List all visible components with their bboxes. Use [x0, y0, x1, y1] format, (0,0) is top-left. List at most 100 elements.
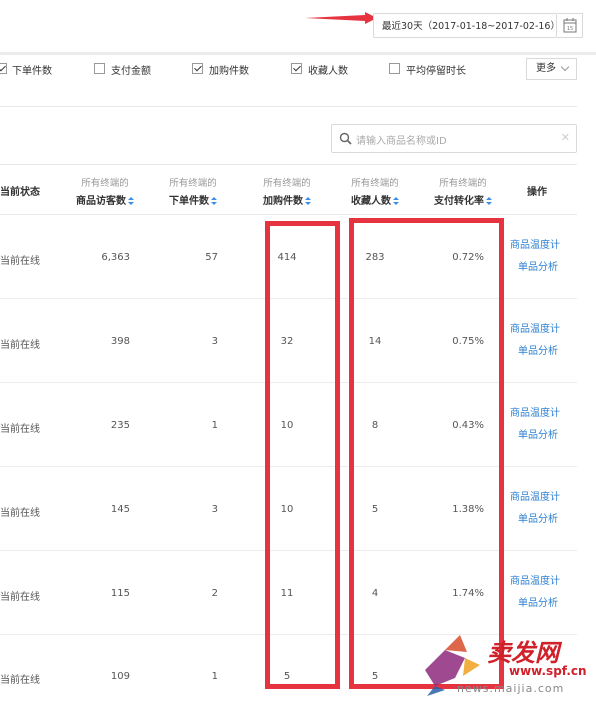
conversion-cell: 0.75%	[452, 336, 484, 347]
visitors-cell: 145	[110, 504, 130, 515]
sort-icon[interactable]	[393, 196, 399, 206]
filter-checkbox-payment[interactable]	[94, 63, 105, 74]
watermark-logo: 卖发网 www.spf.cn news.maijia.com	[405, 630, 596, 699]
item-analysis-link[interactable]: 单品分析	[518, 342, 558, 357]
item-analysis-link[interactable]: 单品分析	[518, 510, 558, 525]
table-header: 当前状态 所有终端的 商品访客数 所有终端的 下单件数 所有终端的 加购件数 所…	[0, 165, 577, 214]
status-cell: 当前在线	[0, 424, 40, 435]
conversion-cell: 0.43%	[452, 420, 484, 431]
sort-icon[interactable]	[305, 196, 311, 206]
item-analysis-link[interactable]: 单品分析	[518, 594, 558, 609]
search-placeholder: 请输入商品名称或ID	[356, 136, 447, 147]
orders-cell: 1	[211, 420, 218, 431]
filter-label-favorites: 收藏人数	[308, 66, 348, 77]
filter-checkbox-cart[interactable]	[192, 63, 203, 74]
temperature-link[interactable]: 商品温度计	[510, 488, 560, 503]
column-header-top: 所有终端的	[351, 178, 399, 189]
favorites-cell: 14	[368, 336, 382, 347]
orders-cell: 1	[211, 671, 218, 682]
favorites-cell: 4	[371, 588, 379, 599]
table-row: 当前在线 235 1 10 8 0.43% 商品温度计 单品分析	[0, 383, 577, 467]
status-cell: 当前在线	[0, 508, 40, 519]
divider	[0, 106, 577, 107]
cart-cell: 10	[280, 420, 294, 431]
status-cell: 当前在线	[0, 340, 40, 351]
temperature-link[interactable]: 商品温度计	[510, 236, 560, 251]
cart-cell: 32	[280, 336, 294, 347]
column-header-visitors[interactable]: 所有终端的 商品访客数	[60, 175, 150, 207]
watermark-subtitle: news.maijia.com	[457, 682, 565, 695]
conversion-cell: 1.38%	[452, 504, 484, 515]
top-divider	[0, 52, 596, 55]
column-header-bottom: 加购件数	[263, 196, 303, 207]
orders-cell: 57	[205, 252, 218, 263]
sort-icon[interactable]	[486, 196, 492, 206]
conversion-cell: 0.72%	[452, 252, 484, 263]
visitors-cell: 235	[110, 420, 130, 431]
status-cell: 当前在线	[0, 592, 40, 603]
column-header-status: 当前状态	[0, 187, 40, 198]
table-row: 当前在线 115 2 11 4 1.74% 商品温度计 单品分析	[0, 551, 577, 635]
filter-checkbox-orders[interactable]	[0, 63, 7, 74]
cart-cell: 414	[277, 252, 297, 263]
metric-filter-row: 下单件数 支付金额 加购件数 收藏人数 平均停留时长	[0, 58, 596, 82]
column-header-cart[interactable]: 所有终端的 加购件数	[242, 175, 332, 207]
cart-cell: 5	[283, 671, 291, 682]
filter-label-stay-time: 平均停留时长	[406, 66, 466, 77]
column-header-bottom: 商品访客数	[76, 196, 126, 207]
watermark-title: 卖发网	[487, 639, 559, 667]
column-header-orders[interactable]: 所有终端的 下单件数	[148, 175, 238, 207]
chevron-down-icon	[560, 62, 570, 72]
temperature-link[interactable]: 商品温度计	[510, 320, 560, 335]
search-icon	[339, 132, 352, 145]
filter-label-payment: 支付金额	[111, 66, 151, 77]
favorites-cell: 8	[371, 420, 379, 431]
item-analysis-link[interactable]: 单品分析	[518, 258, 558, 273]
column-header-favorites[interactable]: 所有终端的 收藏人数	[330, 175, 420, 207]
visitors-cell: 6,363	[101, 252, 130, 263]
column-header-action: 操作	[527, 187, 547, 198]
column-header-top: 所有终端的	[439, 178, 487, 189]
sort-icon[interactable]	[211, 196, 217, 206]
filter-label-cart: 加购件数	[209, 66, 249, 77]
table-row: 当前在线 6,363 57 414 283 0.72% 商品温度计 单品分析	[0, 215, 577, 299]
item-analysis-link[interactable]: 单品分析	[518, 426, 558, 441]
column-header-bottom: 收藏人数	[351, 196, 391, 207]
svg-text:15: 15	[567, 26, 573, 32]
status-cell: 当前在线	[0, 256, 40, 267]
more-dropdown-button[interactable]: 更多	[526, 58, 577, 80]
temperature-link[interactable]: 商品温度计	[510, 404, 560, 419]
filter-checkbox-favorites[interactable]	[291, 63, 302, 74]
column-header-bottom: 支付转化率	[434, 196, 484, 207]
watermark-url: www.spf.cn	[509, 664, 587, 678]
calendar-icon: 15	[563, 18, 577, 33]
orders-cell: 2	[211, 588, 218, 599]
calendar-button[interactable]: 15	[557, 13, 583, 38]
sort-icon[interactable]	[128, 196, 134, 206]
temperature-link[interactable]: 商品温度计	[510, 572, 560, 587]
favorites-cell: 5	[371, 504, 379, 515]
cart-cell: 10	[280, 504, 294, 515]
more-label: 更多	[536, 63, 556, 74]
clear-icon[interactable]: ✕	[561, 131, 570, 144]
table-row: 当前在线 398 3 32 14 0.75% 商品温度计 单品分析	[0, 299, 577, 383]
column-header-conversion[interactable]: 所有终端的 支付转化率	[418, 175, 508, 207]
column-header-top: 所有终端的	[263, 178, 311, 189]
visitors-cell: 109	[110, 671, 130, 682]
search-input[interactable]: 请输入商品名称或ID ✕	[331, 124, 577, 153]
date-range-picker[interactable]: 最近30天（2017-01-18~2017-02-16）	[373, 13, 560, 38]
visitors-cell: 398	[110, 336, 130, 347]
red-arrow-annotation	[305, 12, 377, 24]
column-header-top: 所有终端的	[169, 178, 217, 189]
filter-checkbox-stay-time[interactable]	[389, 63, 400, 74]
favorites-cell: 5	[371, 671, 379, 682]
column-header-bottom: 下单件数	[169, 196, 209, 207]
table-row: 当前在线 145 3 10 5 1.38% 商品温度计 单品分析	[0, 467, 577, 551]
top-bar: 最近30天（2017-01-18~2017-02-16） 15	[0, 0, 596, 52]
favorites-cell: 283	[365, 252, 385, 263]
orders-cell: 3	[211, 504, 218, 515]
visitors-cell: 115	[110, 588, 130, 599]
column-header-top: 所有终端的	[81, 178, 129, 189]
status-cell: 当前在线	[0, 675, 40, 686]
filter-label-orders: 下单件数	[12, 66, 52, 77]
